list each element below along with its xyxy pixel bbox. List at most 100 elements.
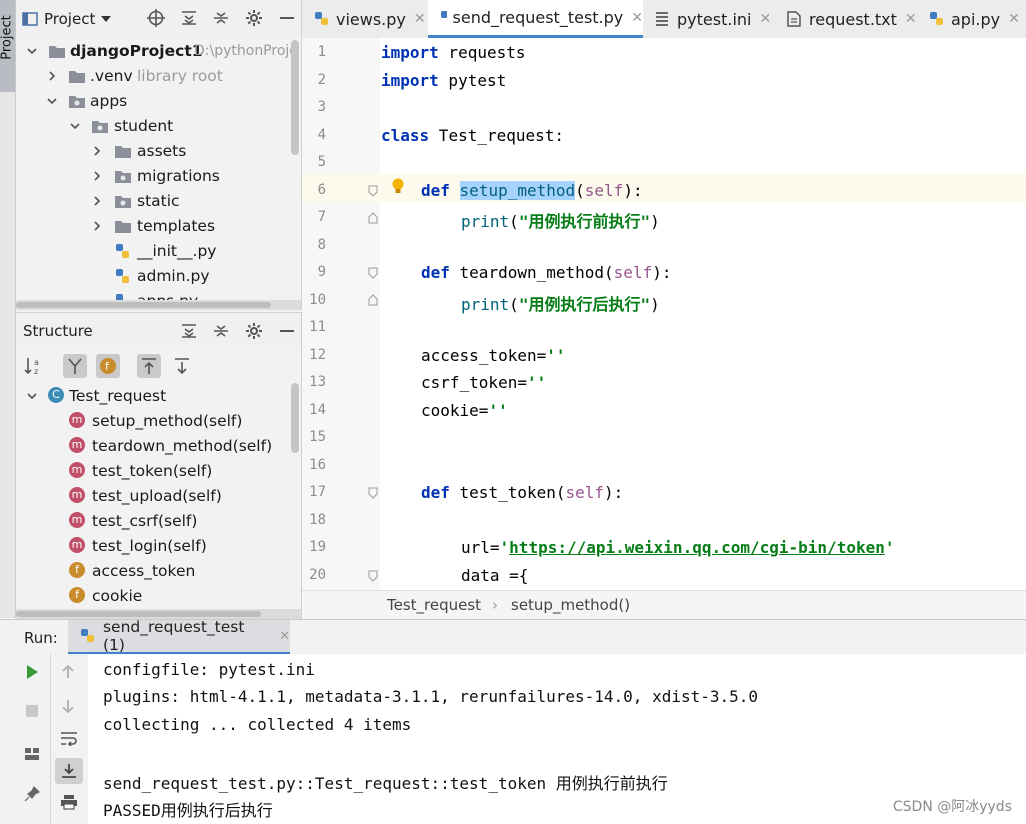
run-tab-label: send_request_test (1)	[102, 618, 245, 654]
run-panel-header: Run: send_request_test (1) ✕	[0, 618, 1026, 655]
tab-api-py[interactable]: api.py ✕	[917, 0, 1026, 38]
close-icon[interactable]: ✕	[759, 11, 771, 27]
tree-item-init-py[interactable]: __init__.py	[16, 238, 301, 263]
pin-icon[interactable]	[24, 786, 40, 802]
breadcrumb-method[interactable]: setup_method()	[511, 596, 630, 614]
python-file-icon	[116, 268, 129, 283]
locate-icon[interactable]	[147, 9, 165, 27]
project-tool-tab[interactable]: Project	[0, 0, 15, 92]
expand-all-icon[interactable]	[181, 323, 197, 339]
chevron-right-icon	[94, 220, 101, 231]
soft-wrap-icon[interactable]	[60, 730, 78, 746]
hide-icon[interactable]	[279, 10, 295, 26]
line-number: 17	[309, 484, 326, 500]
tree-item-venv[interactable]: .venv library root	[16, 63, 301, 88]
structure-item-test-login[interactable]: m test_login(self)	[16, 533, 301, 558]
watermark: CSDN @阿冰yyds	[892, 799, 1012, 815]
code-line-19: url='https://api.weixin.qq.com/cgi-bin/t…	[461, 538, 895, 557]
structure-item-test-upload[interactable]: m test_upload(self)	[16, 483, 301, 508]
line-number: 1	[317, 44, 326, 60]
code-editor[interactable]: 1 2 3 4 5 6 7 8 9 10 11 12 13 14 15 16 1…	[302, 38, 1026, 590]
tab-pytest-ini[interactable]: pytest.ini ✕	[643, 0, 773, 38]
fold-end-icon[interactable]	[368, 294, 378, 306]
structure-item-test-csrf[interactable]: m test_csrf(self)	[16, 508, 301, 533]
structure-item-access-token[interactable]: f access_token	[16, 558, 301, 583]
structure-item-cookie[interactable]: f cookie	[16, 583, 301, 608]
lightbulb-icon[interactable]	[391, 178, 405, 196]
tree-item-djangoproject1[interactable]: djangoProject1 D:\pythonProje	[16, 38, 301, 63]
tree-item-admin-py[interactable]: admin.py	[16, 263, 301, 288]
tree-item-label: admin.py	[137, 266, 210, 285]
tree-item-assets[interactable]: assets	[16, 138, 301, 163]
chevron-down-icon	[70, 122, 80, 129]
tree-item-label: assets	[137, 141, 187, 160]
fold-marker-icon[interactable]	[368, 185, 378, 197]
structure-item-label: setup_method(self)	[92, 411, 243, 430]
run-console[interactable]: configfile: pytest.ini plugins: html-4.1…	[88, 654, 1026, 824]
collapse-all-icon[interactable]	[213, 323, 229, 339]
gear-icon[interactable]	[245, 9, 263, 27]
close-icon[interactable]: ✕	[631, 10, 643, 26]
tab-label: send_request_test.py	[452, 8, 624, 27]
code-line-17: def test_token(self):	[421, 483, 624, 502]
collapse-all-icon[interactable]	[213, 10, 229, 26]
chevron-right-icon	[94, 170, 101, 181]
print-icon[interactable]	[60, 794, 78, 810]
vertical-scrollbar[interactable]	[291, 383, 299, 453]
line-number: 16	[309, 457, 326, 473]
breadcrumb-class[interactable]: Test_request	[387, 596, 481, 614]
package-folder-icon	[69, 95, 85, 108]
gear-icon[interactable]	[245, 322, 263, 340]
scroll-to-end-button[interactable]	[55, 758, 83, 784]
fold-marker-icon[interactable]	[368, 570, 378, 582]
stop-icon[interactable]	[25, 704, 39, 718]
tab-send-request-test-py[interactable]: send_request_test.py ✕	[428, 0, 643, 38]
close-icon[interactable]: ✕	[279, 629, 290, 644]
show-inherited-icon[interactable]	[63, 354, 87, 378]
tree-item-migrations[interactable]: migrations	[16, 163, 301, 188]
structure-item-label: test_login(self)	[92, 536, 207, 555]
tab-request-txt[interactable]: request.txt ✕	[773, 0, 917, 38]
close-icon[interactable]: ✕	[905, 11, 917, 27]
rerun-icon[interactable]	[24, 664, 40, 680]
tree-item-label: templates	[137, 216, 216, 235]
arrow-down-icon[interactable]	[60, 698, 76, 714]
breadcrumb: Test_request › setup_method()	[302, 590, 1026, 619]
project-view-selector[interactable]: Project	[22, 10, 112, 28]
fold-end-icon[interactable]	[368, 212, 378, 224]
autoscroll-to-source-icon[interactable]	[137, 354, 161, 378]
close-icon[interactable]: ✕	[1008, 11, 1020, 27]
code-line-10: print("用例执行后执行")	[461, 295, 660, 314]
structure-panel-header: Structure	[16, 313, 301, 349]
sort-alpha-icon[interactable]: az	[22, 354, 46, 378]
close-icon[interactable]: ✕	[414, 11, 426, 27]
method-icon: m	[69, 412, 85, 428]
show-fields-icon[interactable]: f	[96, 354, 120, 378]
structure-item-test-token[interactable]: m test_token(self)	[16, 458, 301, 483]
tree-item-templates[interactable]: templates	[16, 213, 301, 238]
autoscroll-from-source-icon[interactable]	[170, 354, 194, 378]
horizontal-scrollbar[interactable]	[16, 300, 301, 310]
structure-item-test-request[interactable]: C Test_request	[16, 383, 301, 408]
fold-marker-icon[interactable]	[368, 487, 378, 499]
structure-panel: Structure az f C Test_request m setup_me…	[16, 312, 302, 620]
vertical-scrollbar[interactable]	[291, 40, 299, 155]
tab-views-py[interactable]: views.py ✕	[302, 0, 428, 38]
code-line-13: csrf_token=''	[421, 373, 547, 392]
run-config-tab[interactable]: send_request_test (1) ✕	[68, 618, 290, 655]
structure-item-setup-method[interactable]: m setup_method(self)	[16, 408, 301, 433]
line-number: 4	[317, 127, 326, 143]
tool-window-strip: Project	[0, 0, 16, 618]
hide-icon[interactable]	[279, 323, 295, 339]
tree-item-static[interactable]: static	[16, 188, 301, 213]
tree-item-label: static	[137, 191, 180, 210]
project-panel: Project djangoProject1 D:\pythonProje .v…	[16, 0, 302, 310]
tree-item-student[interactable]: student	[16, 113, 301, 138]
fold-marker-icon[interactable]	[368, 267, 378, 279]
tree-item-apps[interactable]: apps	[16, 88, 301, 113]
selected-text: setup_method	[459, 181, 576, 200]
structure-item-teardown-method[interactable]: m teardown_method(self)	[16, 433, 301, 458]
layout-icon[interactable]	[24, 746, 40, 762]
arrow-up-icon[interactable]	[60, 664, 76, 680]
expand-all-icon[interactable]	[181, 10, 197, 26]
